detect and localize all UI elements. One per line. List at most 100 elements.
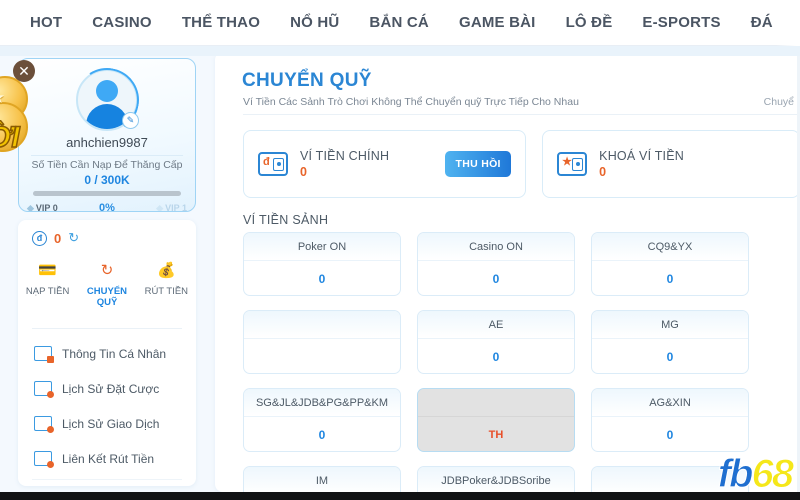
page-subtitle: Ví Tiền Các Sảnh Trò Chơi Không Thể Chuy… <box>243 96 579 108</box>
lobby-wallet-value <box>244 339 400 373</box>
balance-row: đ 0 ↻ <box>32 230 79 246</box>
lobby-wallet-card[interactable]: CQ9&YX 0 <box>591 232 749 296</box>
lobby-wallet-name: Casino ON <box>418 233 574 261</box>
lobby-wallet-name: MG <box>592 311 748 339</box>
lobby-section-title: VÍ TIỀN SẢNH <box>243 213 329 227</box>
nav-item-the-thao[interactable]: THỂ THAO <box>182 14 260 31</box>
lobby-wallet-card[interactable]: JDBPoker&JDBSoribe 0 <box>417 466 575 492</box>
main-wallet-icon: đ <box>258 152 288 176</box>
sidebar-item-lich-su-giao-dich[interactable]: Lịch Sử Giao Dịch <box>18 406 196 441</box>
lobby-wallet-card[interactable]: Poker ON 0 <box>243 232 401 296</box>
refresh-icon[interactable]: ↻ <box>68 230 79 246</box>
nav-item-da-ga[interactable]: ĐÁ <box>751 14 773 31</box>
wallet-icon: 💳 <box>38 261 57 279</box>
main-wallet-value: 0 <box>300 165 307 179</box>
recall-funds-button[interactable]: THU HỒI <box>445 151 512 177</box>
withdraw-icon: 💰 <box>156 261 176 279</box>
lobby-wallet-value: 0 <box>318 271 326 286</box>
quick-action-label: NẠP TIỀN <box>25 286 70 297</box>
sidebar-bottom-divider <box>32 479 182 480</box>
sidebar: ✎ anhchien9987 Số Tiền Cần Nạp Để Thăng … <box>18 52 204 492</box>
lobby-wallet-card[interactable] <box>243 310 401 374</box>
lobby-wallet-name <box>244 311 400 339</box>
gem-icon: ◆ <box>156 202 164 212</box>
page-title: CHUYỂN QUỸ <box>242 70 372 91</box>
lobby-wallet-grid: Poker ON 0 Casino ON 0 CQ9&YX 0 AE 0 MG … <box>243 232 800 492</box>
id-card-icon <box>34 346 54 363</box>
lobby-wallet-value: 0 <box>666 349 674 364</box>
nav-item-game-bai[interactable]: GAME BÀI <box>459 14 536 31</box>
edit-avatar-icon[interactable]: ✎ <box>122 112 139 129</box>
lobby-wallet-card[interactable]: AE 0 <box>417 310 575 374</box>
lobby-wallet-card[interactable]: MG 0 <box>591 310 749 374</box>
lobby-wallet-name: AE <box>418 311 574 339</box>
quick-action-label: CHUYỂN QUỸ <box>86 286 128 308</box>
close-icon[interactable]: ✕ <box>13 60 35 82</box>
locked-wallet-texts: KHOÁ VÍ TIỀN 0 <box>599 149 684 179</box>
nav-item-hot[interactable]: HOT <box>30 14 62 31</box>
quick-actions-row: 💳 NẠP TIỀN ↻ CHUYỂN QUỸ 💰 RÚT TIỀN <box>18 256 196 322</box>
sidebar-item-label: Liên Kết Rút Tiền <box>62 451 155 466</box>
fb68-watermark-logo: fb68 <box>717 452 794 496</box>
upgrade-hint-label: Số Tiền Cần Nạp Để Thăng Cấp <box>31 159 183 171</box>
quick-action-chuyen-quy[interactable]: ↻ CHUYỂN QUỸ <box>80 256 134 309</box>
sidebar-item-label: Lịch Sử Đặt Cược <box>62 381 160 396</box>
vip-level-row: ◆ VIP 0 0% ◆ VIP 1 <box>27 200 187 212</box>
lobby-wallet-card-disabled[interactable]: TH <box>417 388 575 452</box>
wallet-summary-row: đ VÍ TIỀN CHÍNH 0 THU HỒI ★ KHOÁ VÍ TIỀN… <box>243 130 800 198</box>
sidebar-item-thong-tin-ca-nhan[interactable]: Thông Tin Cá Nhân <box>18 336 196 371</box>
nav-item-ban-ca[interactable]: BẮN CÁ <box>369 14 429 31</box>
lobby-wallet-value: 0 <box>492 271 500 286</box>
bet-history-icon <box>34 381 54 398</box>
lobby-wallet-card[interactable]: IM 0 <box>243 466 401 492</box>
page-body: ★ ƯỜI G ✕ ✎ anhchien9987 Số Tiền Cần Nạp… <box>0 52 800 492</box>
lobby-wallet-value: 0 <box>492 349 500 364</box>
locked-wallet-name: KHOÁ VÍ TIỀN <box>599 149 684 163</box>
locked-wallet-icon: ★ <box>557 152 588 176</box>
sidebar-item-lien-ket-rut-tien[interactable]: Liên Kết Rút Tiền <box>18 441 196 476</box>
wallet-card-slot <box>273 157 284 171</box>
star-glyph: ★ <box>562 156 573 168</box>
vip-current-label: VIP 0 <box>35 203 58 212</box>
promo-text: ƯỜI G <box>0 121 20 182</box>
quick-action-label: RÚT TIỀN <box>144 286 189 297</box>
lobby-wallet-card[interactable]: AG&XIN 0 <box>591 388 749 452</box>
locked-wallet-value: 0 <box>599 165 607 179</box>
lobby-wallet-name: IM <box>244 467 400 492</box>
upgrade-amount-value: 0 / 300K <box>84 173 130 187</box>
nav-item-e-sports[interactable]: E-SPORTS <box>642 14 720 31</box>
promo-line-2: G <box>0 153 19 182</box>
lobby-wallet-name <box>418 389 574 417</box>
avatar[interactable]: ✎ <box>69 62 145 138</box>
lobby-wallet-card[interactable]: Casino ON 0 <box>417 232 575 296</box>
top-navigation: HOT CASINO THỂ THAO NỔ HŨ BẮN CÁ GAME BÀ… <box>0 0 800 46</box>
sidebar-item-label: Thông Tin Cá Nhân <box>62 346 167 361</box>
quick-action-nap-tien[interactable]: 💳 NẠP TIỀN <box>21 256 75 298</box>
promo-line-1: ƯỜI <box>0 121 20 154</box>
bank-link-icon <box>34 451 54 468</box>
nav-item-casino[interactable]: CASINO <box>92 14 152 31</box>
quick-action-rut-tien[interactable]: 💰 RÚT TIỀN <box>139 256 193 298</box>
lobby-wallet-name: AG&XIN <box>592 389 748 417</box>
nav-item-no-hu[interactable]: NỔ HŨ <box>290 14 339 31</box>
app-root: HOT CASINO THỂ THAO NỔ HŨ BẮN CÁ GAME BÀ… <box>0 0 800 500</box>
vip-next-label: VIP 1 <box>165 203 187 212</box>
lobby-wallet-name: SG&JL&JDB&PG&PP&KM <box>244 389 400 417</box>
lobby-wallet-value: 0 <box>666 271 674 286</box>
vip-percent-label: 0% <box>99 202 115 212</box>
sidebar-item-lich-su-dat-cuoc[interactable]: Lịch Sử Đặt Cược <box>18 371 196 406</box>
transaction-history-icon <box>34 416 54 433</box>
sidebar-nav-card: đ 0 ↻ 💳 NẠP TIỀN ↻ CHUYỂN QUỸ 💰 RÚT TIỀN… <box>18 220 196 486</box>
watermark-68: 68 <box>751 452 794 496</box>
currency-glyph: đ <box>263 156 270 168</box>
nav-item-lo-de[interactable]: LÔ ĐỀ <box>566 14 613 31</box>
bottom-bar <box>0 492 800 500</box>
star-icon: ★ <box>0 89 5 106</box>
lobby-wallet-card[interactable]: SG&JL&JDB&PG&PP&KM 0 <box>243 388 401 452</box>
wallet-card-slot <box>572 157 584 171</box>
locked-wallet-card: ★ KHOÁ VÍ TIỀN 0 <box>542 130 800 198</box>
lobby-wallet-value: 0 <box>318 427 326 442</box>
profile-card: ✎ anhchien9987 Số Tiền Cần Nạp Để Thăng … <box>18 58 196 212</box>
watermark-fb: fb <box>717 452 754 496</box>
sidebar-menu: Thông Tin Cá Nhân Lịch Sử Đặt Cược Lịch … <box>18 336 196 476</box>
